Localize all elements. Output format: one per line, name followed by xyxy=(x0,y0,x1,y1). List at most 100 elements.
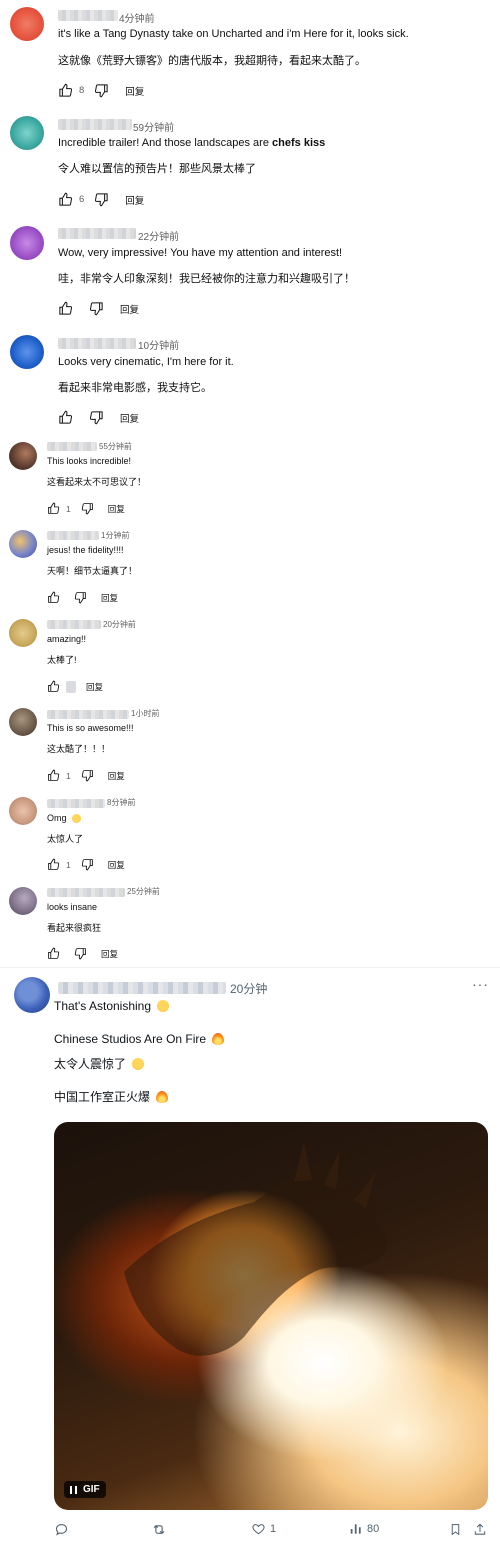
comment-text-plain: Incredible trailer! And those landscapes… xyxy=(58,137,269,149)
dislike-icon[interactable] xyxy=(81,769,94,782)
comment-text: it's like a Tang Dynasty take on Unchart… xyxy=(58,28,409,40)
like-icon[interactable] xyxy=(58,192,73,207)
like-icon[interactable] xyxy=(58,301,73,316)
share-icon[interactable] xyxy=(473,1522,487,1537)
like-icon[interactable] xyxy=(47,947,60,960)
comment-time[interactable]: 4分钟前 xyxy=(119,10,155,25)
reply-button[interactable]: 回复 xyxy=(86,681,103,693)
username[interactable] xyxy=(58,982,226,994)
username[interactable] xyxy=(58,10,118,21)
post-line: 中国工作室正火爆 xyxy=(54,1088,169,1105)
username[interactable] xyxy=(58,119,132,130)
dislike-icon[interactable] xyxy=(81,502,94,515)
comment-time[interactable]: 20分钟前 xyxy=(103,619,136,630)
comment-time[interactable]: 1小时前 xyxy=(131,708,159,719)
avatar[interactable] xyxy=(10,335,44,369)
dislike-icon[interactable] xyxy=(74,947,87,960)
like-icon[interactable] xyxy=(47,769,60,782)
bookmark-action[interactable] xyxy=(449,1522,462,1537)
dislike-icon[interactable] xyxy=(81,858,94,871)
reply-button[interactable]: 回复 xyxy=(108,859,125,871)
comment-translation: 哇，非常令人印象深刻！我已经被你的注意力和兴趣吸引了！ xyxy=(58,273,355,285)
like-icon[interactable] xyxy=(47,591,60,604)
reply-button[interactable]: 回复 xyxy=(125,84,144,98)
reply-button[interactable]: 回复 xyxy=(101,948,118,960)
username[interactable] xyxy=(47,888,125,897)
views-icon[interactable] xyxy=(349,1522,363,1536)
post-time[interactable]: 20分钟 xyxy=(230,980,267,997)
comment: 1小时前 This is so awesome!!! 这太酷了！！！ 1 回复 xyxy=(0,703,500,792)
views-action[interactable]: 80 xyxy=(349,1522,379,1536)
gif-media[interactable]: GIF xyxy=(54,1122,488,1510)
like-icon[interactable] xyxy=(47,502,60,515)
repost-icon[interactable] xyxy=(151,1522,167,1537)
avatar[interactable] xyxy=(10,7,44,41)
dislike-icon[interactable] xyxy=(74,591,87,604)
reply-button[interactable]: 回复 xyxy=(108,503,125,515)
like-icon[interactable] xyxy=(47,680,60,693)
more-options-icon[interactable]: ··· xyxy=(472,976,489,992)
dislike-icon[interactable] xyxy=(89,410,104,425)
dislike-icon[interactable] xyxy=(89,301,104,316)
dislike-icon[interactable] xyxy=(94,83,109,98)
astonished-emoji-icon xyxy=(132,1058,145,1070)
bookmark-icon[interactable] xyxy=(449,1522,462,1537)
share-action[interactable] xyxy=(473,1522,487,1537)
comment-time[interactable]: 59分钟前 xyxy=(133,119,174,134)
heart-icon[interactable] xyxy=(251,1522,266,1536)
comment-time[interactable]: 22分钟前 xyxy=(138,228,179,243)
pause-icon[interactable] xyxy=(70,1485,77,1494)
comment-actions: 1 回复 xyxy=(47,502,125,515)
comment: 20分钟前 amazing!! 太棒了! 回复 xyxy=(0,614,500,703)
fire-emoji-icon xyxy=(212,1033,225,1045)
username[interactable] xyxy=(47,799,105,808)
comment-actions: 回复 xyxy=(58,301,139,316)
avatar[interactable] xyxy=(10,116,44,150)
avatar[interactable] xyxy=(9,530,37,558)
repost-action[interactable] xyxy=(151,1522,167,1537)
reply-action[interactable] xyxy=(54,1522,69,1537)
avatar[interactable] xyxy=(10,226,44,260)
avatar[interactable] xyxy=(14,977,50,1013)
reply-button[interactable]: 回复 xyxy=(125,193,144,207)
like-action[interactable]: 1 xyxy=(251,1522,276,1536)
astonished-emoji-icon xyxy=(72,814,82,823)
comment-text: This is so awesome!!! xyxy=(47,723,134,733)
comment-time[interactable]: 25分钟前 xyxy=(127,886,160,897)
avatar[interactable] xyxy=(9,708,37,736)
like-icon[interactable] xyxy=(47,858,60,871)
post-line-text: 中国工作室正火爆 xyxy=(54,1090,151,1104)
reply-button[interactable]: 回复 xyxy=(108,770,125,782)
dislike-icon[interactable] xyxy=(94,192,109,207)
fire-emoji-icon xyxy=(156,1091,169,1103)
avatar[interactable] xyxy=(9,797,37,825)
comment-actions: 6 回复 xyxy=(58,192,144,207)
username[interactable] xyxy=(58,228,136,239)
like-icon[interactable] xyxy=(58,410,73,425)
gif-label: GIF xyxy=(83,1484,100,1495)
username[interactable] xyxy=(47,710,129,719)
avatar[interactable] xyxy=(9,887,37,915)
comment-time[interactable]: 10分钟前 xyxy=(138,337,179,352)
username[interactable] xyxy=(58,338,136,349)
like-icon[interactable] xyxy=(58,83,73,98)
avatar[interactable] xyxy=(9,619,37,647)
reply-button[interactable]: 回复 xyxy=(120,302,139,316)
post-line: Chinese Studios Are On Fire xyxy=(54,1032,225,1046)
username[interactable] xyxy=(47,620,101,629)
username[interactable] xyxy=(47,442,97,451)
comment-actions: 回复 xyxy=(47,947,118,960)
comment-time[interactable]: 1分钟前 xyxy=(101,530,129,541)
reply-button[interactable]: 回复 xyxy=(101,592,118,604)
views-count: 80 xyxy=(367,1523,380,1535)
comment-time[interactable]: 8分钟前 xyxy=(107,797,135,808)
comment: 1分钟前 jesus! the fidelity!!!! 天啊！细节太逼真了！ … xyxy=(0,525,500,614)
avatar[interactable] xyxy=(9,442,37,470)
comment: 25分钟前 looks insane 看起来很疯狂 回复 xyxy=(0,881,500,967)
reply-button[interactable]: 回复 xyxy=(120,411,139,425)
gif-badge[interactable]: GIF xyxy=(64,1481,106,1498)
comment-text: looks insane xyxy=(47,902,98,912)
username[interactable] xyxy=(47,531,99,540)
comment-time[interactable]: 55分钟前 xyxy=(99,441,132,452)
reply-icon[interactable] xyxy=(54,1522,69,1537)
